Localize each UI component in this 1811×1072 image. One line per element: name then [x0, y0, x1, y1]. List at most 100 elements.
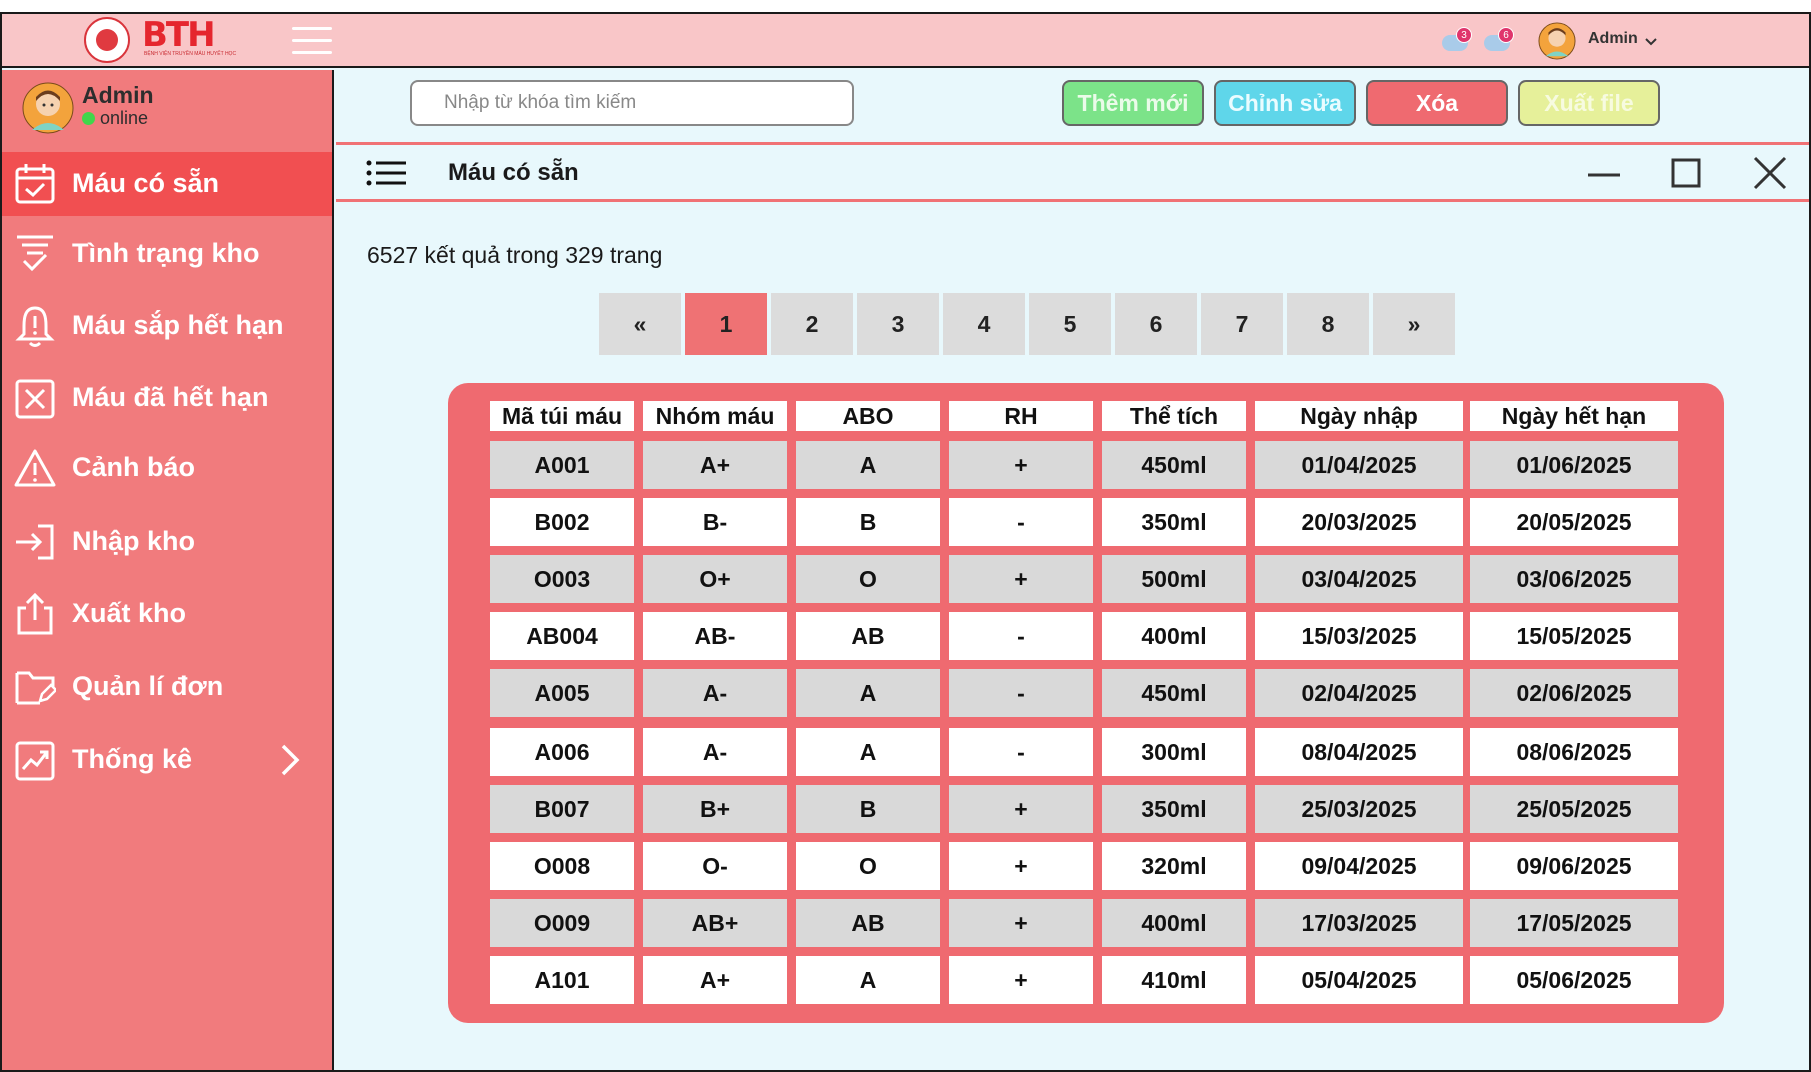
table-cell[interactable]: 02/04/2025	[1255, 669, 1463, 717]
edit-button[interactable]: Chỉnh sửa	[1214, 80, 1356, 126]
sidebar-item-nhap-kho[interactable]: Nhập kho	[2, 510, 332, 574]
table-cell[interactable]: A+	[643, 956, 787, 1004]
table-cell[interactable]: 01/04/2025	[1255, 441, 1463, 489]
minimize-icon[interactable]	[1584, 153, 1624, 193]
table-cell[interactable]: +	[949, 785, 1093, 833]
table-cell[interactable]: +	[949, 956, 1093, 1004]
table-cell[interactable]: B+	[643, 785, 787, 833]
sidebar-item-mau-co-san[interactable]: Máu có sẵn	[2, 152, 332, 216]
table-cell[interactable]: 08/04/2025	[1255, 728, 1463, 776]
sidebar-item-mau-sap-het-han[interactable]: Máu sắp hết hạn	[2, 294, 332, 358]
column-header[interactable]: RH	[949, 401, 1093, 431]
table-cell[interactable]: O003	[490, 555, 634, 603]
column-header[interactable]: Ngày hết hạn	[1470, 401, 1678, 431]
table-cell[interactable]: O+	[643, 555, 787, 603]
search-input[interactable]	[410, 80, 854, 126]
table-cell[interactable]: AB-	[643, 612, 787, 660]
table-cell[interactable]: +	[949, 441, 1093, 489]
page-button-2[interactable]: 2	[771, 293, 853, 355]
page-button-5[interactable]: 5	[1029, 293, 1111, 355]
table-cell[interactable]: B007	[490, 785, 634, 833]
table-cell[interactable]: A101	[490, 956, 634, 1004]
chevron-right-icon[interactable]	[278, 740, 302, 780]
table-cell[interactable]: 09/04/2025	[1255, 842, 1463, 890]
list-icon[interactable]	[366, 159, 406, 187]
table-cell[interactable]: -	[949, 498, 1093, 546]
table-cell[interactable]: 03/04/2025	[1255, 555, 1463, 603]
table-cell[interactable]: AB+	[643, 899, 787, 947]
table-cell[interactable]: 25/03/2025	[1255, 785, 1463, 833]
table-cell[interactable]: AB004	[490, 612, 634, 660]
user-menu-label[interactable]: Admin	[1588, 30, 1638, 48]
table-cell[interactable]: B-	[643, 498, 787, 546]
add-button[interactable]: Thêm mới	[1062, 80, 1204, 126]
table-cell[interactable]: 25/05/2025	[1470, 785, 1678, 833]
table-cell[interactable]: 300ml	[1102, 728, 1246, 776]
table-cell[interactable]: 350ml	[1102, 498, 1246, 546]
column-header[interactable]: Ngày nhập	[1255, 401, 1463, 431]
table-cell[interactable]: AB	[796, 899, 940, 947]
table-cell[interactable]: 05/06/2025	[1470, 956, 1678, 1004]
table-cell[interactable]: A	[796, 956, 940, 1004]
hamburger-menu-icon[interactable]	[292, 27, 332, 55]
column-header[interactable]: Nhóm máu	[643, 401, 787, 431]
table-cell[interactable]: A005	[490, 669, 634, 717]
table-cell[interactable]: O	[796, 555, 940, 603]
table-cell[interactable]: A006	[490, 728, 634, 776]
column-header[interactable]: ABO	[796, 401, 940, 431]
table-cell[interactable]: 09/06/2025	[1470, 842, 1678, 890]
table-cell[interactable]: 350ml	[1102, 785, 1246, 833]
table-cell[interactable]: A+	[643, 441, 787, 489]
page-button-8[interactable]: 8	[1287, 293, 1369, 355]
sidebar-item-xuat-kho[interactable]: Xuất kho	[2, 582, 332, 646]
hospital-logo[interactable]: BTH BỆNH VIỆN TRUYỀN MÁU HUYẾT HỌC	[84, 15, 236, 63]
table-cell[interactable]: 15/03/2025	[1255, 612, 1463, 660]
table-cell[interactable]: -	[949, 728, 1093, 776]
user-avatar[interactable]	[1538, 22, 1576, 60]
table-cell[interactable]: A	[796, 441, 940, 489]
message-button[interactable]: 6	[1484, 27, 1514, 55]
delete-button[interactable]: Xóa	[1366, 80, 1508, 126]
column-header[interactable]: Mã túi máu	[490, 401, 634, 431]
table-cell[interactable]: +	[949, 842, 1093, 890]
table-cell[interactable]: +	[949, 899, 1093, 947]
table-cell[interactable]: +	[949, 555, 1093, 603]
notification-button[interactable]: 3	[1442, 27, 1472, 55]
last-page-button[interactable]: »	[1373, 293, 1455, 355]
table-cell[interactable]: 320ml	[1102, 842, 1246, 890]
table-cell[interactable]: 500ml	[1102, 555, 1246, 603]
table-cell[interactable]: 410ml	[1102, 956, 1246, 1004]
page-button-1[interactable]: 1	[685, 293, 767, 355]
table-cell[interactable]: O009	[490, 899, 634, 947]
sidebar-item-canh-bao[interactable]: Cảnh báo	[2, 436, 332, 500]
table-cell[interactable]: 17/05/2025	[1470, 899, 1678, 947]
table-cell[interactable]: 17/03/2025	[1255, 899, 1463, 947]
column-header[interactable]: Thể tích	[1102, 401, 1246, 431]
sidebar-item-thong-ke[interactable]: Thống kê	[2, 728, 332, 792]
table-cell[interactable]: 450ml	[1102, 441, 1246, 489]
table-cell[interactable]: 20/03/2025	[1255, 498, 1463, 546]
sidebar-item-mau-da-het-han[interactable]: Máu đã hết hạn	[2, 366, 332, 430]
table-cell[interactable]: A	[796, 728, 940, 776]
table-cell[interactable]: 02/06/2025	[1470, 669, 1678, 717]
table-cell[interactable]: A-	[643, 728, 787, 776]
maximize-icon[interactable]	[1666, 153, 1706, 193]
table-cell[interactable]: 400ml	[1102, 612, 1246, 660]
table-cell[interactable]: 20/05/2025	[1470, 498, 1678, 546]
page-button-7[interactable]: 7	[1201, 293, 1283, 355]
table-cell[interactable]: O-	[643, 842, 787, 890]
page-button-6[interactable]: 6	[1115, 293, 1197, 355]
table-cell[interactable]: A-	[643, 669, 787, 717]
export-button[interactable]: Xuất file	[1518, 80, 1660, 126]
chevron-down-icon[interactable]	[1644, 35, 1658, 49]
page-button-3[interactable]: 3	[857, 293, 939, 355]
table-cell[interactable]: B	[796, 498, 940, 546]
close-icon[interactable]	[1750, 153, 1790, 193]
table-cell[interactable]: B002	[490, 498, 634, 546]
table-cell[interactable]: -	[949, 612, 1093, 660]
first-page-button[interactable]: «	[599, 293, 681, 355]
table-cell[interactable]: A001	[490, 441, 634, 489]
table-cell[interactable]: 400ml	[1102, 899, 1246, 947]
page-button-4[interactable]: 4	[943, 293, 1025, 355]
table-cell[interactable]: 15/05/2025	[1470, 612, 1678, 660]
